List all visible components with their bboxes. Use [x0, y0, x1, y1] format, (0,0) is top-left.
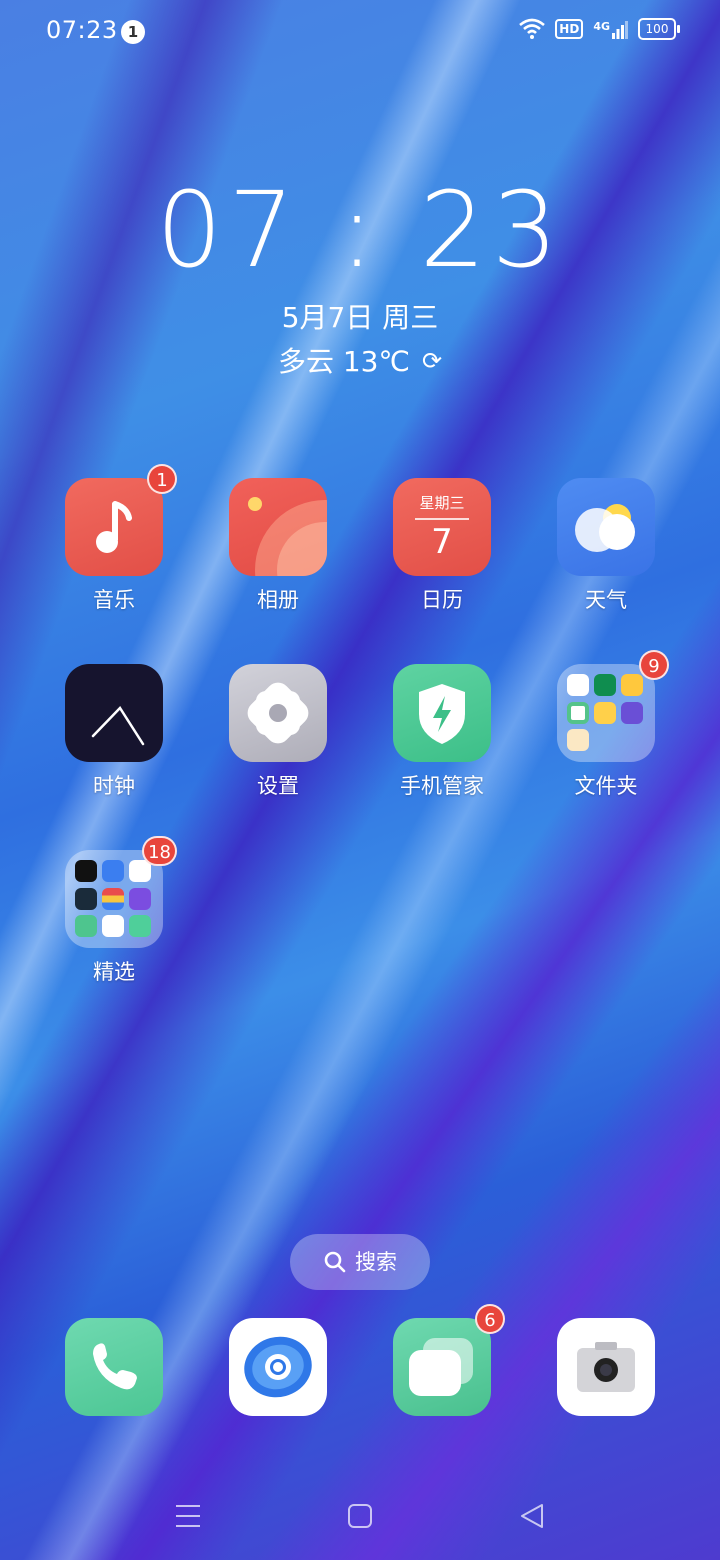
calendar-divider [415, 518, 469, 520]
app-weather[interactable]: 天气 [542, 478, 670, 614]
search-label: 搜索 [355, 1250, 397, 1274]
battery-icon: 100 [638, 18, 680, 40]
folder-badge: 9 [639, 650, 669, 680]
status-bar: 07:23 1 HD 4G 100 [0, 0, 720, 64]
folder-icon: 9 [557, 650, 669, 762]
app-clock[interactable]: 时钟 [50, 664, 178, 800]
dock-browser[interactable] [214, 1318, 342, 1416]
menu-icon[interactable] [174, 1502, 202, 1530]
app-label: 日历 [421, 588, 463, 612]
music-note-icon: 1 [65, 464, 177, 576]
app-label: 设置 [257, 774, 299, 798]
folder-app-icon [102, 860, 124, 882]
browser-icon [229, 1318, 327, 1416]
phone-manager-icon [393, 664, 491, 762]
folder-app-icon [567, 674, 589, 696]
calendar-icon: 星期三 7 [393, 478, 491, 576]
folder-app-icon [129, 887, 151, 910]
folder-preview-grid [567, 674, 645, 752]
camera-icon [557, 1318, 655, 1416]
photo-album-icon [229, 478, 327, 576]
folder-app-icon [594, 701, 616, 724]
clock-widget-date[interactable]: 5月7日 周三 [0, 296, 720, 336]
app-calendar[interactable]: 星期三 7 日历 [378, 478, 506, 614]
navigation-bar [0, 1480, 720, 1560]
wifi-icon [519, 18, 546, 39]
status-time: 07:23 [46, 16, 118, 44]
clock-widget-weather[interactable]: 多云 13℃ ⟳ [0, 340, 720, 380]
folder-app-icon [621, 701, 643, 724]
refresh-icon[interactable]: ⟳ [422, 347, 442, 375]
dock-messages[interactable]: 6 [378, 1304, 506, 1416]
messages-icon: 6 [393, 1304, 505, 1416]
hd-icon: HD [555, 19, 584, 39]
folder-icon: 18 [65, 836, 177, 948]
clock-widget-time[interactable]: 07 : 23 [0, 170, 720, 290]
calendar-weekday: 星期三 [419, 494, 465, 512]
folder-app-icon [75, 887, 97, 910]
app-folder[interactable]: 9 文件夹 [542, 650, 670, 800]
app-label: 时钟 [93, 774, 135, 798]
back-icon[interactable] [518, 1502, 546, 1530]
folder-app-icon [75, 915, 97, 938]
signal-bars-icon [612, 21, 628, 39]
featured-badge: 18 [142, 836, 177, 866]
app-album[interactable]: 相册 [214, 478, 342, 614]
folder-app-icon [621, 674, 643, 696]
folder-app-icon [567, 729, 589, 752]
app-settings[interactable]: 设置 [214, 664, 342, 800]
app-featured-folder[interactable]: 18 精选 [50, 836, 178, 986]
search-button[interactable]: 搜索 [290, 1234, 430, 1290]
app-label: 音乐 [93, 588, 135, 612]
app-label: 相册 [257, 588, 299, 612]
dock-camera[interactable] [542, 1318, 670, 1416]
app-label: 手机管家 [400, 774, 484, 798]
search-icon [324, 1251, 346, 1273]
settings-icon [229, 664, 327, 762]
dock-phone[interactable] [50, 1318, 178, 1416]
calendar-day: 7 [431, 522, 453, 562]
folder-preview-grid [75, 860, 153, 938]
phone-icon [65, 1318, 163, 1416]
notification-count-badge: 1 [121, 20, 145, 44]
music-badge: 1 [147, 464, 177, 494]
folder-app-icon [75, 860, 97, 882]
folder-app-icon [129, 915, 151, 938]
app-label: 精选 [93, 960, 135, 984]
folder-app-icon [567, 701, 589, 724]
app-label: 天气 [585, 588, 627, 612]
folder-app-icon [102, 915, 124, 938]
network-type-label: 4G [593, 20, 610, 33]
signal-icon: 4G [593, 19, 628, 39]
home-icon[interactable] [346, 1502, 374, 1530]
weather-text: 多云 13℃ [277, 345, 410, 378]
app-phone-manager[interactable]: 手机管家 [378, 664, 506, 800]
app-label: 文件夹 [574, 774, 638, 798]
folder-app-icon [594, 674, 616, 696]
weather-icon [557, 478, 655, 576]
app-music[interactable]: 1 音乐 [50, 464, 178, 614]
clock-icon [65, 664, 163, 762]
status-icons: HD 4G 100 [519, 18, 680, 40]
messages-badge: 6 [475, 1304, 505, 1334]
folder-app-icon [102, 887, 124, 910]
